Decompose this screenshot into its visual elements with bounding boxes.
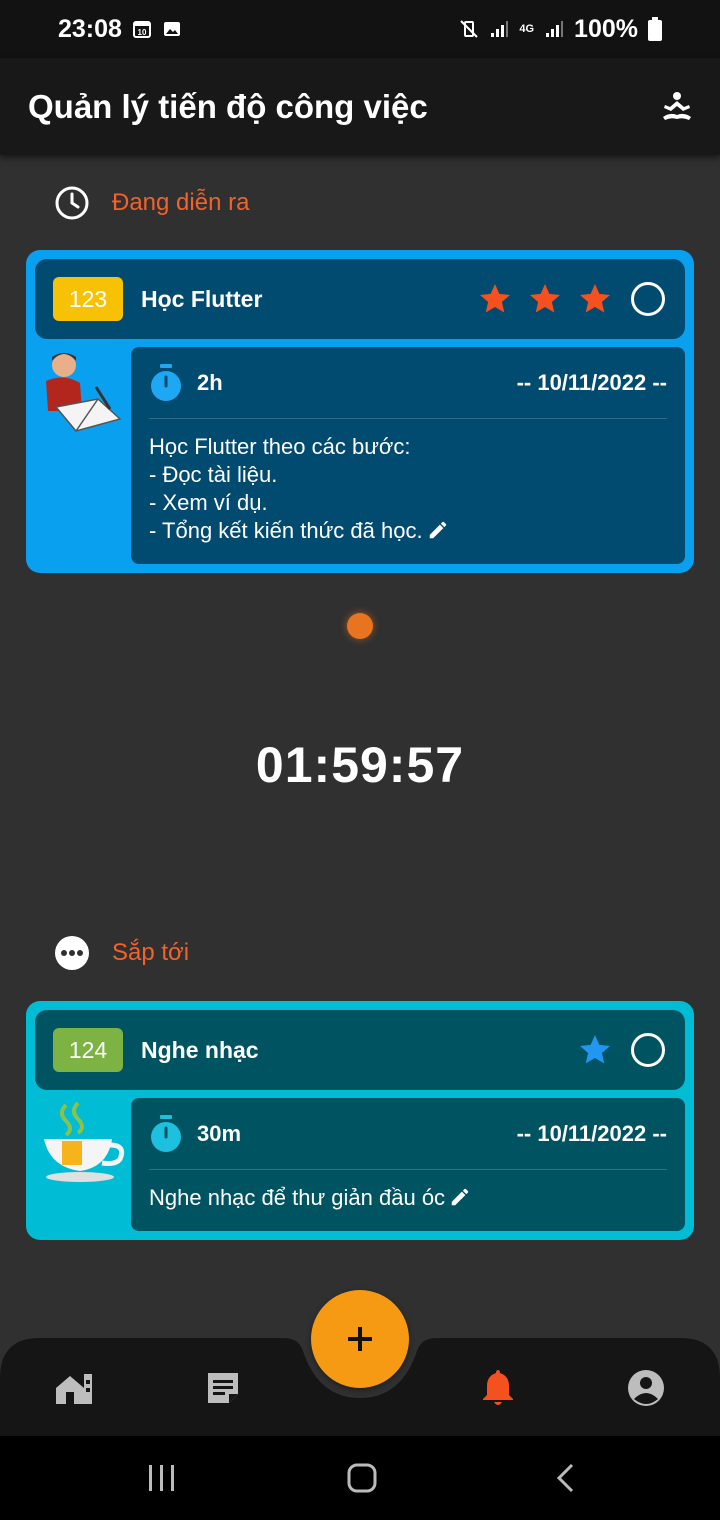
- nav-notifications[interactable]: [481, 1368, 515, 1411]
- priority-stars: [477, 281, 613, 317]
- plus-icon: [348, 1327, 372, 1351]
- calendar-icon: 10: [132, 21, 151, 38]
- section-ongoing-label: Đang diễn ra: [112, 189, 250, 216]
- network-type: 4G: [519, 23, 535, 35]
- task-card[interactable]: 123 Học Flutter 2h -- 10/11/2022 -- Học …: [26, 250, 694, 573]
- status-bar: 23:08 10 4G 100%: [0, 0, 720, 58]
- nav-notes[interactable]: [205, 1370, 241, 1411]
- home-nav-icon[interactable]: [346, 1462, 378, 1494]
- nav-home[interactable]: [54, 1370, 94, 1411]
- section-upcoming-label: Sắp tới: [112, 939, 190, 966]
- edit-icon[interactable]: [427, 519, 449, 541]
- task-date: -- 10/11/2022 --: [516, 369, 667, 395]
- reading-person-icon: [46, 353, 122, 432]
- task-description: Nghe nhạc để thư giản đầu óc: [149, 1170, 667, 1212]
- task-description-text: Nghe nhạc để thư giản đầu óc: [149, 1185, 446, 1210]
- clock-icon: [55, 186, 89, 220]
- task-duration: 2h: [197, 369, 223, 395]
- bell-icon: [483, 1370, 513, 1405]
- stopwatch-icon: [151, 363, 181, 401]
- star-icon: [580, 1035, 610, 1064]
- meditation-icon[interactable]: [660, 90, 694, 124]
- app-bar: Quản lý tiến độ công việc: [0, 58, 720, 155]
- signal-icon-2: [546, 21, 564, 37]
- back-icon[interactable]: [552, 1462, 580, 1494]
- task-id-badge: 123: [53, 277, 123, 321]
- system-nav-bar: [0, 1436, 720, 1520]
- task-details: 30m -- 10/11/2022 -- Nghe nhạc để thư gi…: [131, 1098, 685, 1231]
- complete-checkbox[interactable]: [631, 282, 665, 316]
- page-title: Quản lý tiến độ công việc: [28, 87, 428, 125]
- progress-indicator-dot: [347, 613, 373, 639]
- complete-checkbox[interactable]: [631, 1033, 665, 1067]
- home-icon: [56, 1374, 92, 1404]
- recent-apps-icon[interactable]: [146, 1462, 178, 1494]
- task-card-header: 123 Học Flutter: [35, 259, 685, 339]
- section-ongoing: Đang diễn ra: [54, 185, 249, 221]
- add-task-button[interactable]: [311, 1290, 409, 1388]
- signal-icon: [491, 21, 509, 37]
- tea-cup-icon: [44, 1101, 125, 1182]
- task-title: Học Flutter: [141, 285, 263, 312]
- task-details: 2h -- 10/11/2022 -- Học Flutter theo các…: [131, 347, 685, 564]
- battery-percent: 100%: [574, 14, 638, 43]
- calendar-day: 10: [138, 28, 147, 37]
- more-dots-icon: [55, 936, 89, 970]
- task-description: Học Flutter theo các bước: - Đọc tài liệ…: [149, 419, 667, 545]
- star-icon: [530, 284, 560, 313]
- countdown-timer: 01:59:57: [255, 737, 465, 793]
- priority-stars: [577, 1032, 613, 1068]
- task-description-text: Học Flutter theo các bước: - Đọc tài liệ…: [149, 434, 423, 543]
- battery-icon: [648, 17, 662, 41]
- star-icon: [480, 284, 510, 313]
- account-icon: [628, 1370, 664, 1406]
- task-title: Nghe nhạc: [141, 1036, 259, 1063]
- task-id-badge: 124: [53, 1028, 123, 1072]
- vibrate-mute-icon: [460, 20, 479, 38]
- image-icon: [163, 22, 180, 36]
- edit-icon[interactable]: [449, 1186, 471, 1208]
- task-duration: 30m: [197, 1120, 242, 1146]
- star-icon: [580, 284, 610, 313]
- notes-icon: [208, 1373, 238, 1403]
- nav-account[interactable]: [627, 1369, 665, 1412]
- section-upcoming: Sắp tới: [54, 935, 189, 971]
- stopwatch-icon: [151, 1114, 181, 1152]
- task-date: -- 10/11/2022 --: [516, 1120, 667, 1146]
- task-card[interactable]: 124 Nghe nhạc 30m -- 10/11/2022 -- Nghe: [26, 1001, 694, 1240]
- status-time: 23:08: [58, 14, 122, 43]
- task-card-header: 124 Nghe nhạc: [35, 1010, 685, 1090]
